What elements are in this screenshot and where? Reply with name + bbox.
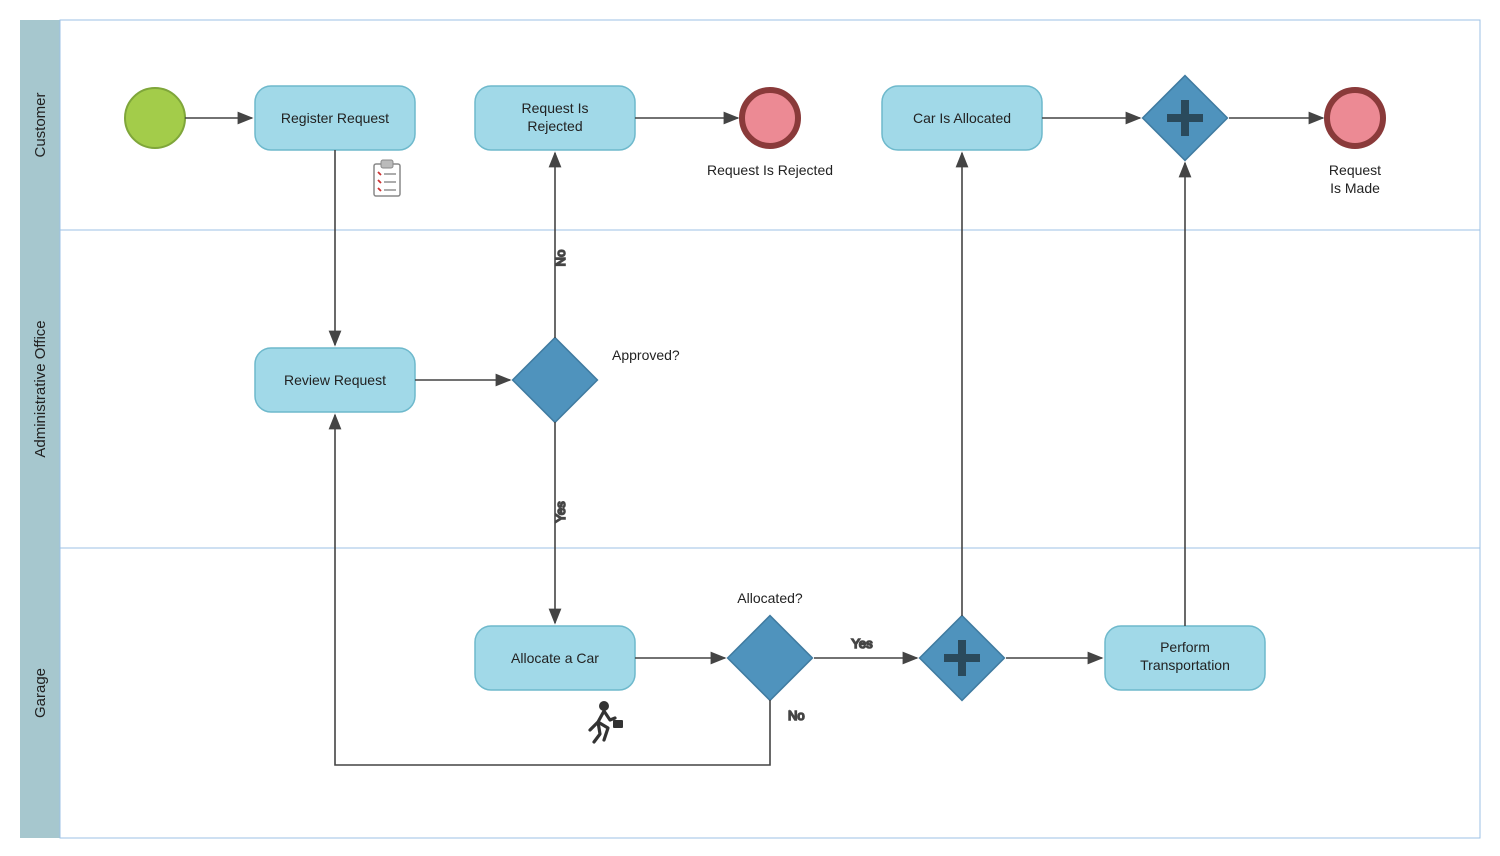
- task-label: Review Request: [284, 372, 386, 388]
- edge-label-no: No: [553, 250, 568, 267]
- task-review-request: Review Request: [255, 348, 415, 412]
- task-label: Allocate a Car: [511, 650, 599, 666]
- task-register-request: Register Request: [255, 86, 415, 150]
- gateway-label: Allocated?: [737, 590, 803, 606]
- task-request-rejected: Request Is Rejected: [475, 86, 635, 150]
- lane-label-garage: Garage: [32, 668, 49, 718]
- edge-label-no-down: No: [788, 708, 805, 723]
- lane-label-customer: Customer: [32, 92, 49, 157]
- task-label: Register Request: [281, 110, 389, 126]
- task-label-line1: Perform: [1160, 639, 1210, 655]
- end-event-label: Request Is Rejected: [707, 162, 833, 178]
- start-event: [125, 88, 185, 148]
- task-car-allocated: Car Is Allocated: [882, 86, 1042, 150]
- edge-label-yes-right: Yes: [851, 636, 873, 651]
- lanes-container: Customer Administrative Office Garage: [20, 20, 1480, 838]
- task-allocate-car: Allocate a Car: [475, 626, 635, 690]
- end-event-label-line2: Is Made: [1330, 180, 1380, 196]
- task-label: Car Is Allocated: [913, 110, 1011, 126]
- gateway-label: Approved?: [612, 347, 680, 363]
- task-label-line2: Rejected: [527, 118, 582, 134]
- task-label-line2: Transportation: [1140, 657, 1230, 673]
- task-label-line1: Request Is: [522, 100, 589, 116]
- edge-label-yes-down: Yes: [553, 501, 568, 523]
- clipboard-icon: [374, 160, 400, 196]
- task-perform-transport: Perform Transportation: [1105, 626, 1265, 690]
- lane-label-admin: Administrative Office: [32, 320, 49, 457]
- end-event-label-line1: Request: [1329, 162, 1381, 178]
